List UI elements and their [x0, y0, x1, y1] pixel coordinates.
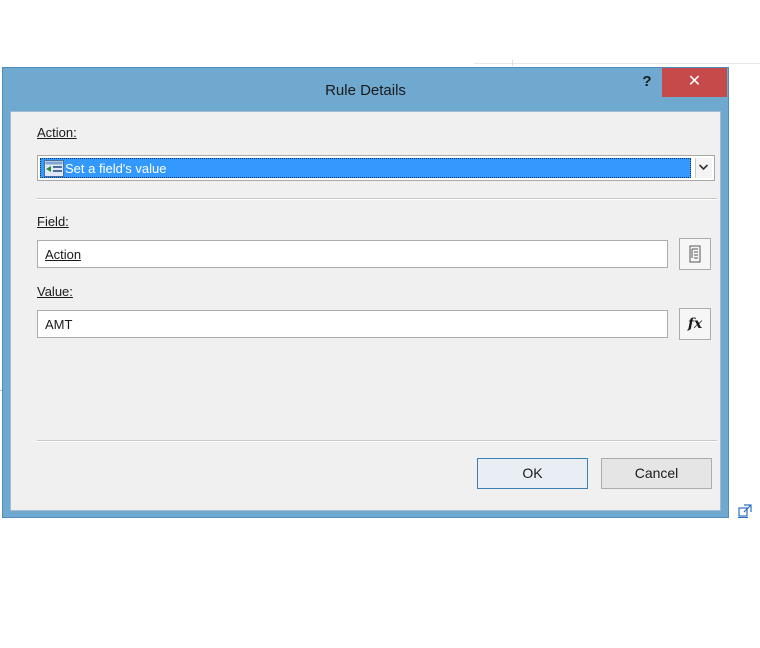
- screen: Rule Details ? ✕ Action: Set a field's v…: [0, 0, 760, 648]
- background-tick: [512, 60, 513, 66]
- title-bar[interactable]: Rule Details ? ✕: [3, 68, 728, 111]
- background-edge: [474, 63, 760, 64]
- section-separator: [37, 198, 717, 200]
- dialog-title: Rule Details: [325, 82, 406, 99]
- popout-icon[interactable]: [738, 504, 752, 518]
- chevron-down-icon: [698, 164, 709, 171]
- rule-details-dialog: Rule Details ? ✕ Action: Set a field's v…: [2, 67, 729, 518]
- formula-button[interactable]: fx: [679, 308, 711, 340]
- select-field-button[interactable]: [679, 238, 711, 270]
- field-value: Action: [45, 247, 82, 262]
- field-input[interactable]: Action: [37, 240, 668, 268]
- dropdown-arrow-button[interactable]: [695, 158, 712, 178]
- action-selected-text: Set a field's value: [65, 161, 167, 176]
- ok-button[interactable]: OK: [477, 458, 588, 489]
- help-button[interactable]: ?: [636, 71, 658, 93]
- action-label: Action:: [37, 125, 77, 140]
- field-tree-icon: [689, 245, 701, 263]
- dialog-body: Action: Set a field's value Field: Actio…: [10, 111, 721, 511]
- value-label: Value:: [37, 284, 73, 299]
- footer-separator: [37, 440, 717, 442]
- action-selected-item[interactable]: Set a field's value: [40, 158, 691, 178]
- value-input[interactable]: AMT: [37, 310, 668, 338]
- set-field-value-icon: [44, 160, 64, 177]
- field-label: Field:: [37, 214, 69, 229]
- cancel-button[interactable]: Cancel: [601, 458, 712, 489]
- close-button[interactable]: ✕: [662, 68, 727, 97]
- action-dropdown[interactable]: Set a field's value: [37, 155, 715, 181]
- value-text: AMT: [45, 317, 73, 332]
